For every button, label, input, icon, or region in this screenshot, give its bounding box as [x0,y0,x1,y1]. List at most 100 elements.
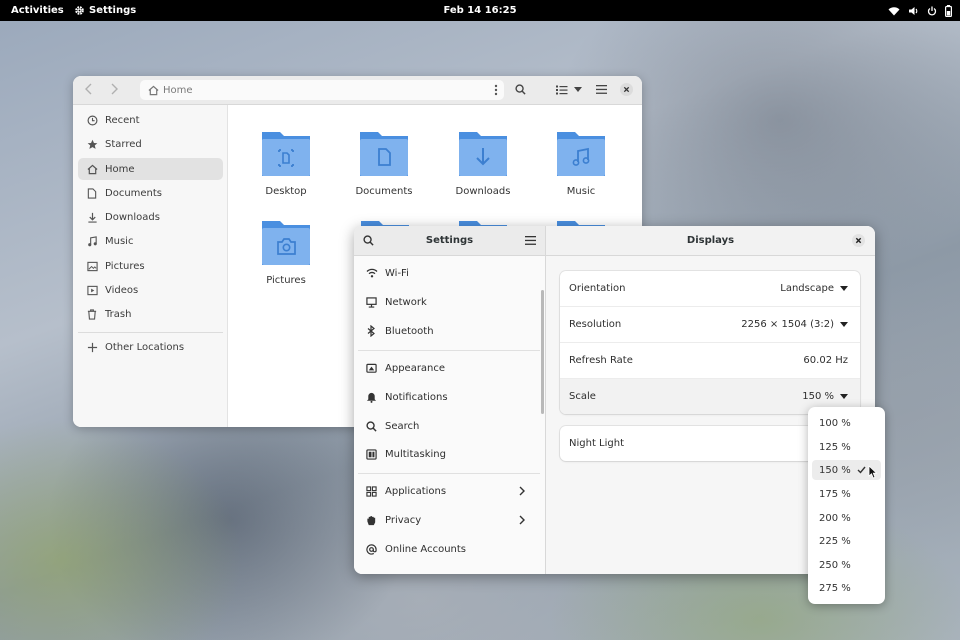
orientation-value: Landscape [780,283,834,294]
sidebar-item-music[interactable]: Music [78,230,223,252]
sidebar-item-multitasking[interactable]: Multitasking [354,440,545,468]
sidebar-item-notifications[interactable]: Notifications [354,383,545,411]
desktop-folder-icon [260,126,312,178]
orientation-row[interactable]: Orientation Landscape [560,271,860,307]
settings-sidebar-header: Settings [354,226,546,256]
path-crumb-home[interactable]: Home [163,85,193,96]
refresh-rate-row: Refresh Rate 60.02 Hz [560,343,860,379]
folder-downloads[interactable]: Downloads [443,126,523,197]
network-icon [366,296,378,308]
music-folder-icon [555,126,607,178]
system-status-menu[interactable] [888,0,952,21]
checkmark-icon [857,466,866,474]
page-title: Displays [686,235,735,246]
hamburger-menu-icon[interactable] [596,85,607,94]
sidebar-item-other-locations[interactable]: Other Locations [78,336,223,358]
sidebar-item-label: Appearance [385,362,446,374]
sidebar-item-label: Applications [385,485,447,497]
video-icon [87,285,99,296]
sidebar-item-pictures[interactable]: Pictures [78,255,223,277]
scale-option[interactable]: 125 % [812,437,881,457]
resolution-row[interactable]: Resolution 2256 × 1504 (3:2) [560,307,860,343]
files-headerbar: Home [73,76,642,105]
sidebar-item-privacy[interactable]: Privacy [354,506,545,534]
music-icon [87,235,99,247]
sidebar-item-online-accounts[interactable]: Online Accounts [354,535,545,563]
sidebar-item-label: Other Locations [105,341,185,353]
settings-window: Settings Displays Wi-Fi Network Bluetoot… [354,226,875,574]
search-icon[interactable] [515,84,526,95]
path-menu-icon[interactable] [494,84,498,96]
power-icon [927,6,937,16]
sidebar-item-downloads[interactable]: Downloads [78,206,223,228]
sidebar-scrollbar[interactable] [541,290,544,414]
sidebar-item-label: Starred [105,138,142,150]
hamburger-menu-icon[interactable] [525,236,536,245]
activities-button[interactable]: Activities [11,0,64,21]
sidebar-item-label: Videos [105,284,139,296]
gear-icon [74,5,85,16]
scale-dropdown-popover: 100 % 125 % 150 % 175 % 200 % 225 % 250 … [808,407,885,604]
sidebar-divider [78,332,223,333]
sidebar-item-recent[interactable]: Recent [78,109,223,131]
chevron-right-icon [519,515,531,525]
appearance-icon [366,363,378,374]
sidebar-divider [358,350,540,351]
resolution-label: Resolution [569,319,622,330]
documents-folder-icon [358,126,410,178]
app-menu-button[interactable]: Settings [74,0,136,21]
folder-label: Documents [355,186,413,197]
home-icon [148,85,159,96]
close-icon[interactable] [620,83,633,96]
mouse-pointer-icon [868,465,878,482]
battery-icon [945,4,952,17]
sidebar-item-network[interactable]: Network [354,288,545,316]
scale-option[interactable]: 250 % [812,555,881,575]
sidebar-item-label: Recent [105,114,140,126]
sidebar-item-home[interactable]: Home [78,158,223,180]
sidebar-item-label: Downloads [105,211,160,223]
back-arrow-icon[interactable] [84,83,94,95]
hand-icon [366,515,378,526]
scale-option[interactable]: 225 % [812,531,881,551]
refresh-rate-label: Refresh Rate [569,355,633,366]
displays-header: Displays [546,226,875,256]
folder-desktop[interactable]: Desktop [246,126,326,197]
sidebar-item-starred[interactable]: Starred [78,133,223,155]
top-bar: Activities Settings Feb 14 16:25 [0,0,960,21]
sidebar-item-label: Search [385,420,420,432]
folder-documents[interactable]: Documents [344,126,424,197]
scale-value: 150 % [802,391,834,402]
sidebar-item-appearance[interactable]: Appearance [354,354,545,382]
dropdown-arrow-icon [840,286,848,291]
view-options-chevron-icon[interactable] [574,87,582,92]
star-icon [87,139,99,150]
scale-option[interactable]: 175 % [812,484,881,504]
folder-label: Pictures [266,275,306,286]
clock-icon [87,115,99,126]
scale-option-label: 225 % [819,535,851,547]
scale-option[interactable]: 200 % [812,508,881,528]
sidebar-item-label: Music [105,235,134,247]
sidebar-item-trash[interactable]: Trash [78,303,223,325]
sidebar-item-bluetooth[interactable]: Bluetooth [354,317,545,345]
scale-option-label: 150 % [819,464,851,476]
sidebar-item-wifi[interactable]: Wi-Fi [354,259,545,287]
path-bar[interactable]: Home [140,80,504,100]
sidebar-item-videos[interactable]: Videos [78,279,223,301]
close-icon[interactable] [852,234,865,247]
sidebar-item-applications[interactable]: Applications [354,477,545,505]
sidebar-item-documents[interactable]: Documents [78,182,223,204]
folder-music[interactable]: Music [541,126,621,197]
chevron-right-icon [519,486,531,496]
list-view-icon[interactable] [556,85,568,95]
clock[interactable]: Feb 14 16:25 [443,5,516,16]
resolution-value: 2256 × 1504 (3:2) [741,319,834,330]
scale-option[interactable]: 100 % [812,413,881,433]
scale-option[interactable]: 275 % [812,578,881,598]
settings-sidebar: Wi-Fi Network Bluetooth Appearance Notif… [354,256,546,574]
folder-pictures[interactable]: Pictures [246,215,326,286]
orientation-label: Orientation [569,283,626,294]
forward-arrow-icon[interactable] [109,83,119,95]
sidebar-item-search[interactable]: Search [354,412,545,440]
